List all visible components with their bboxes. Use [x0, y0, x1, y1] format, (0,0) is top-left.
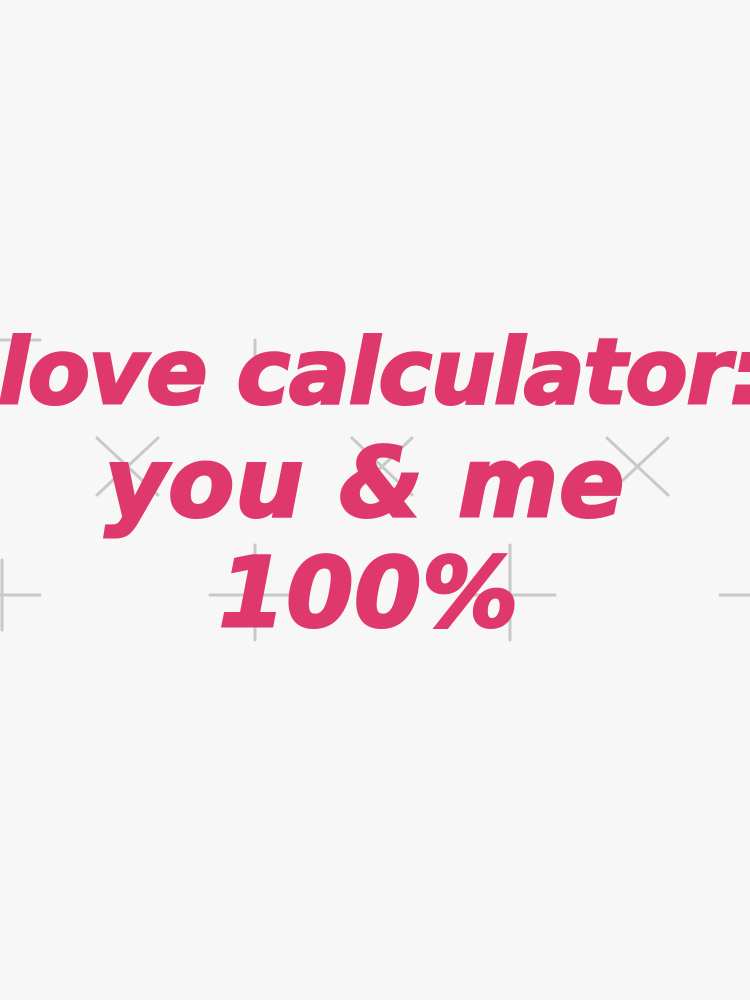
sticker-line-you-and-me: you & me	[103, 427, 626, 540]
sticker-line-percentage: 100%	[217, 537, 520, 650]
sticker-text: love calculator: you & me 100%	[0, 318, 750, 650]
sticker-line-love-calculator: love calculator:	[0, 319, 750, 427]
